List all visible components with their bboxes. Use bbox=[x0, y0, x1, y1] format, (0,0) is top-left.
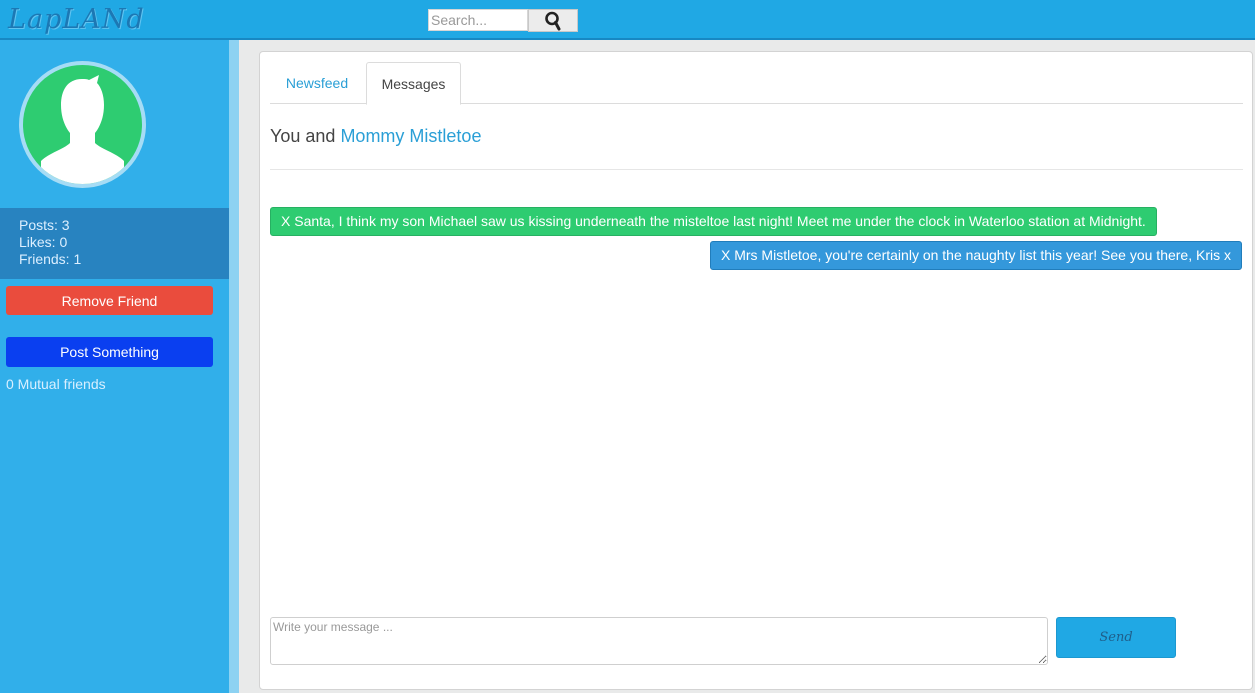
search-button[interactable] bbox=[528, 9, 578, 32]
profile-sidebar: Posts: 3 Likes: 0 Friends: 1 Remove Frie… bbox=[0, 40, 229, 693]
tab-messages[interactable]: Messages bbox=[366, 62, 461, 105]
conversation-title-prefix: You and bbox=[270, 126, 336, 146]
message-received: X Santa, I think my son Michael saw us k… bbox=[270, 207, 1157, 236]
contact-name-link[interactable]: Mommy Mistletoe bbox=[340, 126, 481, 146]
post-something-button[interactable]: Post Something bbox=[6, 337, 213, 367]
remove-friend-button[interactable]: Remove Friend bbox=[6, 286, 213, 315]
conversation-title: You and Mommy Mistletoe bbox=[270, 126, 481, 147]
messages-panel: Newsfeed Messages You and Mommy Mistleto… bbox=[259, 51, 1253, 690]
message-sent: X Mrs Mistletoe, you're certainly on the… bbox=[709, 241, 1242, 270]
app-logo[interactable]: LapLANd bbox=[8, 4, 145, 35]
user-silhouette-icon bbox=[41, 75, 124, 184]
profile-stats: Posts: 3 Likes: 0 Friends: 1 bbox=[0, 208, 229, 279]
message-input[interactable] bbox=[270, 617, 1048, 665]
search-input[interactable] bbox=[428, 9, 528, 31]
likes-count: Likes: 0 bbox=[19, 234, 68, 250]
friends-count: Friends: 1 bbox=[19, 251, 82, 267]
posts-count: Posts: 3 bbox=[19, 217, 70, 233]
tab-bar: Newsfeed Messages bbox=[270, 62, 1243, 105]
top-bar: LapLANd bbox=[0, 0, 1255, 40]
send-button[interactable]: Send bbox=[1056, 617, 1176, 658]
search-bar bbox=[428, 9, 578, 32]
avatar[interactable] bbox=[19, 61, 146, 188]
tab-newsfeed[interactable]: Newsfeed bbox=[270, 62, 364, 104]
sidebar-scroll-edge bbox=[229, 40, 239, 693]
mutual-friends-count: 0 Mutual friends bbox=[6, 376, 106, 392]
search-icon bbox=[545, 11, 561, 30]
divider bbox=[270, 169, 1243, 170]
